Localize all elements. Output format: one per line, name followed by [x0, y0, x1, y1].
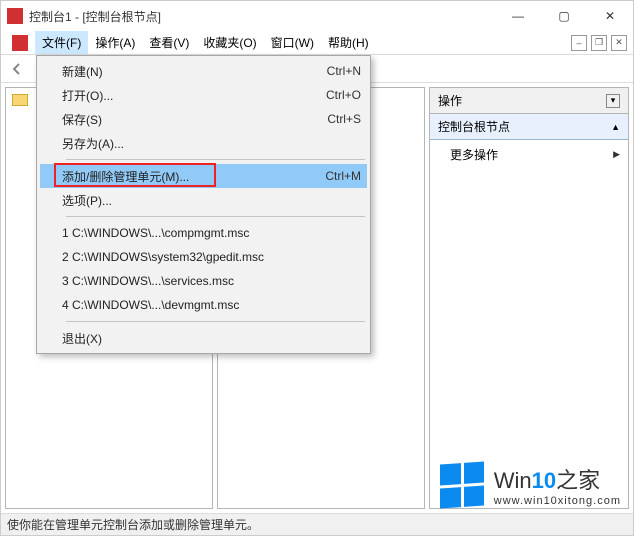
menu-window[interactable]: 窗口(W) — [264, 31, 321, 54]
menu-action[interactable]: 操作(A) — [88, 31, 142, 54]
menu-new-shortcut: Ctrl+N — [327, 64, 361, 78]
menu-recent2-label: 2 C:\WINDOWS\system32\gpedit.msc — [62, 250, 361, 264]
menu-recent-2[interactable]: 2 C:\WINDOWS\system32\gpedit.msc — [40, 245, 367, 269]
actions-section-label: 控制台根节点 — [438, 118, 510, 135]
menu-recent1-label: 1 C:\WINDOWS\...\compmgmt.msc — [62, 226, 361, 240]
watermark-url: www.win10xitong.com — [494, 495, 621, 507]
menu-new-label: 新建(N) — [62, 63, 327, 80]
menu-separator — [66, 216, 365, 217]
section-collapse-icon: ▲ — [611, 122, 620, 132]
menu-addremove-shortcut: Ctrl+M — [325, 169, 361, 183]
menu-separator — [66, 321, 365, 322]
actions-body: 控制台根节点 ▲ 更多操作 ▶ — [429, 114, 629, 509]
menu-recent-1[interactable]: 1 C:\WINDOWS\...\compmgmt.msc — [40, 221, 367, 245]
menu-file[interactable]: 文件(F) — [35, 31, 88, 54]
actions-header-label: 操作 — [438, 92, 462, 109]
actions-more[interactable]: 更多操作 ▶ — [430, 140, 628, 169]
actions-header: 操作 ▾ — [429, 87, 629, 114]
menu-save-label: 保存(S) — [62, 111, 327, 128]
menu-saveas[interactable]: 另存为(A)... — [40, 131, 367, 155]
actions-collapse-icon[interactable]: ▾ — [606, 94, 620, 108]
menubar: 文件(F) 操作(A) 查看(V) 收藏夹(O) 窗口(W) 帮助(H) – ❐… — [1, 31, 633, 55]
menu-recent-3[interactable]: 3 C:\WINDOWS\...\services.msc — [40, 269, 367, 293]
window-title: 控制台1 - [控制台根节点] — [29, 8, 495, 25]
watermark: Win10之家 www.win10xitong.com — [440, 463, 621, 507]
chevron-right-icon: ▶ — [613, 149, 620, 160]
app-icon — [7, 8, 23, 24]
menu-view[interactable]: 查看(V) — [142, 31, 196, 54]
menu-recent4-label: 4 C:\WINDOWS\...\devmgmt.msc — [62, 298, 361, 312]
menu-open[interactable]: 打开(O)... Ctrl+O — [40, 83, 367, 107]
menu-favorites[interactable]: 收藏夹(O) — [196, 31, 263, 54]
statusbar: 使你能在管理单元控制台添加或删除管理单元。 — [1, 513, 633, 535]
minimize-button[interactable]: — — [495, 1, 541, 31]
menu-help[interactable]: 帮助(H) — [321, 31, 376, 54]
back-button[interactable] — [7, 59, 27, 79]
mdi-minimize-icon[interactable]: – — [571, 35, 587, 51]
menu-addremove-label: 添加/删除管理单元(M)... — [62, 168, 325, 185]
watermark-text: Win10之家 www.win10xitong.com — [494, 463, 621, 507]
menu-saveas-label: 另存为(A)... — [62, 135, 361, 152]
mdi-close-icon[interactable]: ✕ — [611, 35, 627, 51]
menu-save-shortcut: Ctrl+S — [327, 112, 361, 126]
system-menu-icon[interactable] — [5, 31, 35, 54]
brand-accent: 10 — [532, 468, 556, 493]
maximize-button[interactable]: ▢ — [541, 1, 587, 31]
actions-section[interactable]: 控制台根节点 ▲ — [430, 114, 628, 140]
menu-options[interactable]: 选项(P)... — [40, 188, 367, 212]
actions-more-label: 更多操作 — [450, 146, 498, 163]
menu-save[interactable]: 保存(S) Ctrl+S — [40, 107, 367, 131]
menu-recent-4[interactable]: 4 C:\WINDOWS\...\devmgmt.msc — [40, 293, 367, 317]
brand-suffix: 之家 — [556, 468, 600, 493]
brand-prefix: Win — [494, 468, 532, 493]
actions-pane: 操作 ▾ 控制台根节点 ▲ 更多操作 ▶ — [429, 87, 629, 509]
menu-options-label: 选项(P)... — [62, 192, 361, 209]
file-menu-dropdown: 新建(N) Ctrl+N 打开(O)... Ctrl+O 保存(S) Ctrl+… — [36, 55, 371, 354]
mdi-controls: – ❐ ✕ — [571, 31, 633, 54]
menu-open-shortcut: Ctrl+O — [326, 88, 361, 102]
menu-exit-label: 退出(X) — [62, 330, 361, 347]
close-button[interactable]: ✕ — [587, 1, 633, 31]
menu-separator — [66, 159, 365, 160]
app-window: 控制台1 - [控制台根节点] — ▢ ✕ 文件(F) 操作(A) 查看(V) … — [0, 0, 634, 536]
status-text: 使你能在管理单元控制台添加或删除管理单元。 — [7, 516, 259, 533]
menu-open-label: 打开(O)... — [62, 87, 326, 104]
menu-new[interactable]: 新建(N) Ctrl+N — [40, 59, 367, 83]
menu-add-remove-snapin[interactable]: 添加/删除管理单元(M)... Ctrl+M — [40, 164, 367, 188]
menu-recent3-label: 3 C:\WINDOWS\...\services.msc — [62, 274, 361, 288]
titlebar: 控制台1 - [控制台根节点] — ▢ ✕ — [1, 1, 633, 31]
folder-icon — [12, 94, 28, 106]
menu-exit[interactable]: 退出(X) — [40, 326, 367, 350]
windows-logo-icon — [440, 461, 484, 508]
mdi-restore-icon[interactable]: ❐ — [591, 35, 607, 51]
